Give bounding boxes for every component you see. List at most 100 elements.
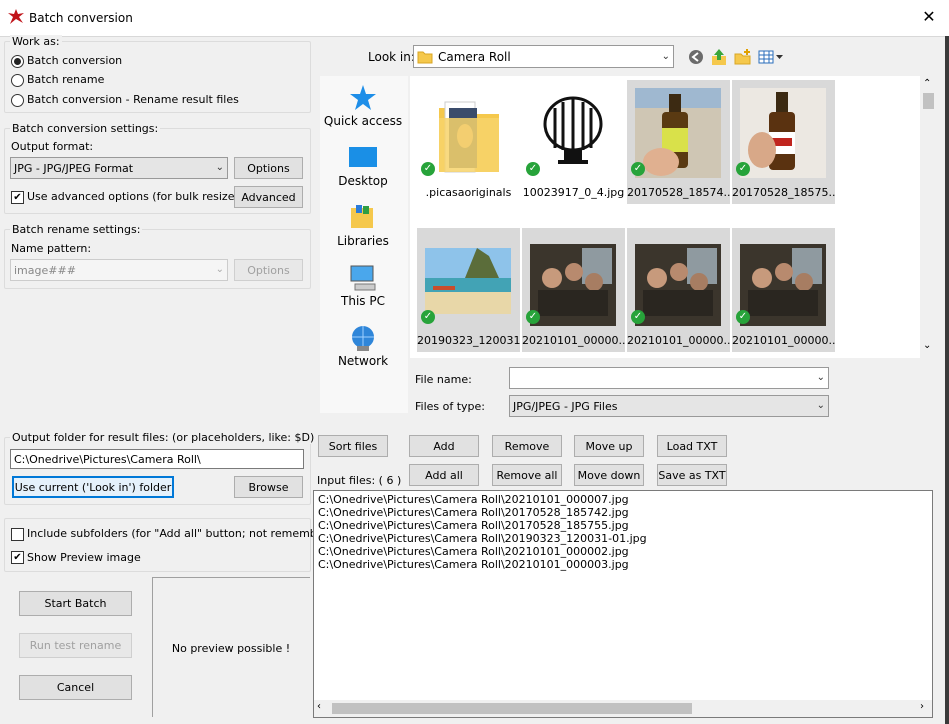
output-format-select[interactable]: JPG - JPG/JPEG Format ⌄	[10, 157, 228, 179]
thumbnail-image	[740, 88, 826, 178]
file-name-input[interactable]: ⌄	[509, 367, 829, 389]
thumbnail-image	[425, 236, 511, 326]
input-files-label: Input files: ( 6 )	[317, 474, 402, 487]
sync-check-icon: ✓	[421, 310, 435, 324]
radio-batch-rename[interactable]	[11, 74, 24, 87]
chevron-left-icon[interactable]: ‹	[317, 701, 321, 712]
add-button[interactable]: Add	[409, 435, 479, 457]
thumbnail-caption: .picasaoriginals	[425, 186, 512, 199]
remove-button[interactable]: Remove	[492, 435, 562, 457]
format-options-button[interactable]: Options	[234, 157, 303, 179]
thumbnail-image	[635, 88, 721, 178]
thumbnail-caption: 20210101_00000...	[522, 334, 625, 347]
look-in-label: Look in:	[368, 50, 415, 64]
sync-check-icon: ✓	[631, 310, 645, 324]
nav-network-label: Network	[337, 354, 389, 368]
nav-quick-access[interactable]: Quick access	[323, 84, 403, 128]
radio-convert-rename[interactable]	[11, 94, 24, 107]
radio-batch-conversion-label[interactable]: Batch conversion	[27, 54, 122, 67]
thumbnail-item[interactable]: ✓ 20210101_00000...	[522, 228, 625, 352]
thumbnail-caption: 20170528_18574...	[627, 186, 730, 199]
list-item[interactable]: C:\Onedrive\Pictures\Camera Roll\2021010…	[318, 545, 629, 558]
sync-check-icon: ✓	[526, 162, 540, 176]
load-txt-button[interactable]: Load TXT	[657, 435, 727, 457]
name-pattern-select[interactable]: image### ⌄	[10, 259, 228, 281]
look-in-value: Camera Roll	[438, 49, 511, 64]
name-pattern-label: Name pattern:	[11, 242, 92, 255]
computer-icon	[350, 265, 376, 291]
run-test-rename-button[interactable]: Run test rename	[19, 633, 132, 658]
use-current-folder-button[interactable]: Use current ('Look in') folder	[12, 476, 174, 498]
save-txt-button[interactable]: Save as TXT	[657, 464, 727, 486]
radio-convert-rename-label[interactable]: Batch conversion - Rename result files	[27, 93, 239, 106]
radio-batch-rename-label[interactable]: Batch rename	[27, 73, 104, 86]
scrollbar-thumb[interactable]	[923, 93, 934, 109]
move-down-button[interactable]: Move down	[574, 464, 644, 486]
thumbnail-item[interactable]: ✓ .picasaoriginals	[417, 80, 520, 204]
preview-pane: No preview possible !	[152, 577, 310, 717]
nav-network[interactable]: Network	[323, 324, 403, 368]
start-batch-button[interactable]: Start Batch	[19, 591, 132, 616]
name-pattern-value: image###	[14, 263, 76, 277]
show-preview-label[interactable]: Show Preview image	[27, 551, 141, 564]
window-title: Batch conversion	[29, 11, 133, 25]
chevron-up-icon[interactable]: ⌃	[923, 78, 931, 89]
sort-files-button[interactable]: Sort files	[318, 435, 388, 457]
desktop-icon	[349, 147, 377, 167]
radio-batch-conversion[interactable]	[11, 55, 24, 68]
look-in-select[interactable]: Camera Roll ⌄	[413, 45, 674, 68]
view-menu-icon[interactable]	[758, 50, 784, 64]
rename-options-button[interactable]: Options	[234, 259, 303, 281]
scrollbar-thumb[interactable]	[332, 703, 692, 714]
output-folder-input[interactable]: C:\Onedrive\Pictures\Camera Roll\	[10, 449, 304, 469]
nav-desktop[interactable]: Desktop	[323, 144, 403, 188]
thumbnail-item[interactable]: ✓ 20210101_00000...	[732, 228, 835, 352]
input-files-list[interactable]: C:\Onedrive\Pictures\Camera Roll\2021010…	[313, 490, 933, 718]
output-folder-legend: Output folder for result files: (or plac…	[10, 431, 317, 444]
advanced-options-label[interactable]: Use advanced options (for bulk resize...…	[27, 190, 249, 203]
rename-settings-legend: Batch rename settings:	[10, 223, 143, 236]
cancel-button[interactable]: Cancel	[19, 675, 132, 700]
output-format-label: Output format:	[11, 140, 94, 153]
nav-this-pc[interactable]: This PC	[323, 264, 403, 308]
sync-check-icon: ✓	[631, 162, 645, 176]
file-view-scrollbar[interactable]: ⌃ ⌄	[920, 76, 937, 358]
thumbnail-item[interactable]: ✓ 20170528_18574...	[627, 80, 730, 204]
add-all-button[interactable]: Add all	[409, 464, 479, 486]
list-item[interactable]: C:\Onedrive\Pictures\Camera Roll\2019032…	[318, 532, 647, 545]
back-icon[interactable]	[688, 49, 704, 65]
nav-libraries[interactable]: Libraries	[323, 204, 403, 248]
advanced-options-checkbox[interactable]: ✔	[11, 191, 24, 204]
up-folder-icon[interactable]	[711, 48, 727, 66]
new-folder-icon[interactable]	[734, 48, 752, 66]
include-subfolders-label[interactable]: Include subfolders (for "Add all" button…	[27, 527, 346, 540]
thumbnail-item[interactable]: ✓ 20170528_18575...	[732, 80, 835, 204]
network-icon	[352, 326, 374, 351]
advanced-button[interactable]: Advanced	[234, 186, 303, 208]
thumbnail-item[interactable]: ✓ 20210101_00000...	[627, 228, 730, 352]
move-up-button[interactable]: Move up	[574, 435, 644, 457]
thumbnail-item[interactable]: ✓ 20190323_120031...	[417, 228, 520, 352]
list-item[interactable]: C:\Onedrive\Pictures\Camera Roll\2021010…	[318, 493, 629, 506]
chevron-down-icon: ⌄	[215, 162, 224, 173]
include-subfolders-checkbox[interactable]	[11, 528, 24, 541]
sync-check-icon: ✓	[736, 310, 750, 324]
thumbnail-caption: 20210101_00000...	[732, 334, 835, 347]
browse-button[interactable]: Browse	[234, 476, 303, 498]
chevron-down-icon[interactable]: ⌄	[923, 340, 931, 351]
horizontal-scrollbar[interactable]: ‹ ›	[314, 700, 932, 717]
thumbnail-image	[425, 88, 511, 178]
window-edge	[945, 36, 949, 724]
thumbnail-item[interactable]: ✓ 10023917_0_4.jpg	[522, 80, 625, 204]
sync-check-icon: ✓	[736, 162, 750, 176]
chevron-right-icon[interactable]: ›	[920, 701, 924, 712]
list-item[interactable]: C:\Onedrive\Pictures\Camera Roll\2017052…	[318, 506, 629, 519]
file-type-select[interactable]: JPG/JPEG - JPG Files ⌄	[509, 395, 829, 417]
chevron-down-icon: ⌄	[661, 50, 670, 62]
list-item[interactable]: C:\Onedrive\Pictures\Camera Roll\2021010…	[318, 558, 629, 571]
thumbnail-caption: 20170528_18575...	[732, 186, 835, 199]
remove-all-button[interactable]: Remove all	[492, 464, 562, 486]
close-icon[interactable]: ✕	[918, 6, 940, 28]
show-preview-checkbox[interactable]: ✔	[11, 551, 24, 564]
list-item[interactable]: C:\Onedrive\Pictures\Camera Roll\2017052…	[318, 519, 629, 532]
